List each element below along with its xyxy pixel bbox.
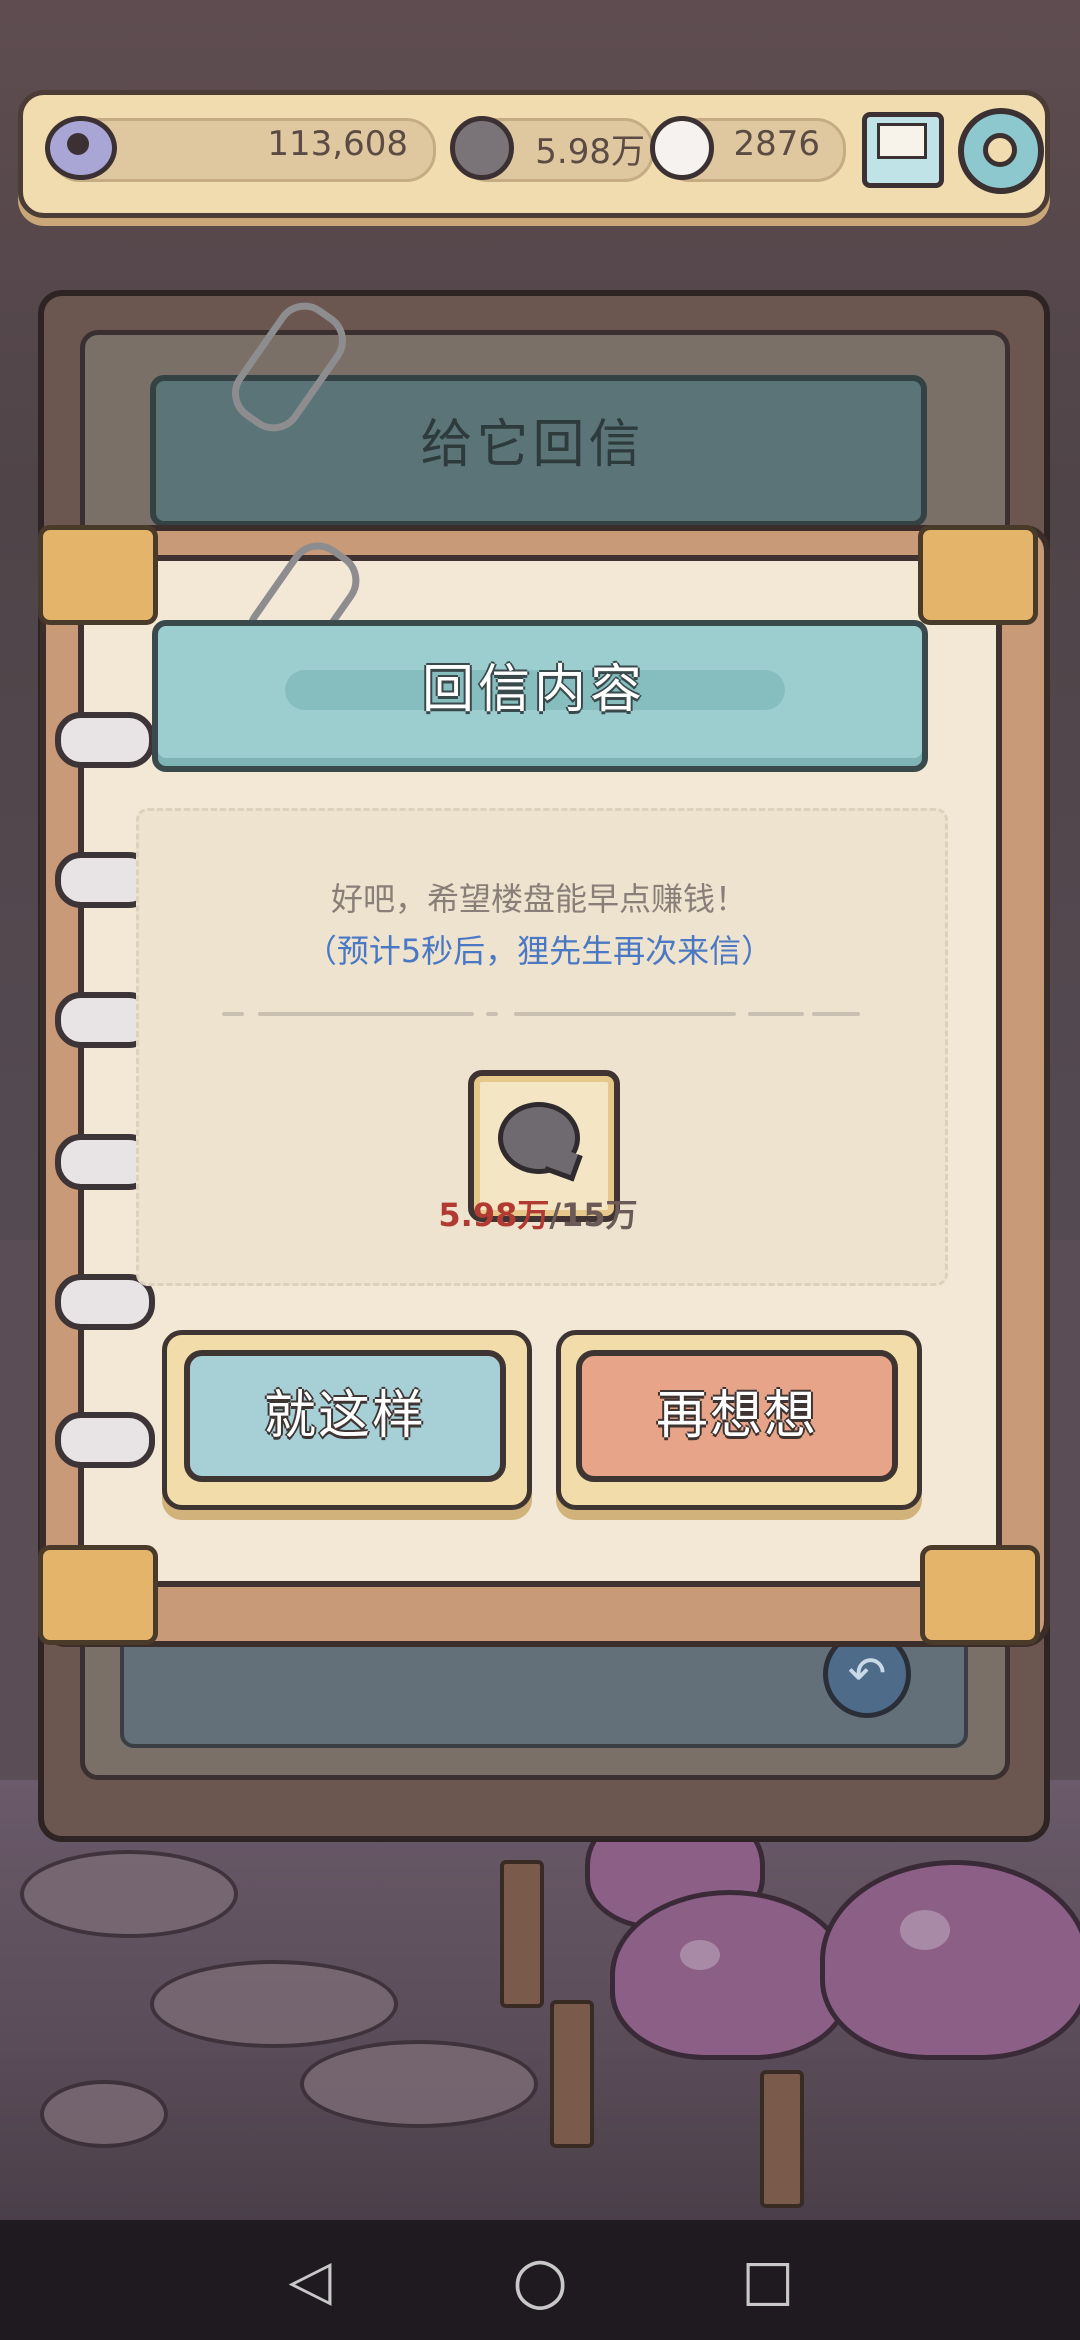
corner-bracket [920,1545,1040,1645]
confirm-button[interactable]: 就这样 [184,1350,506,1482]
rethink-button-label: 再想想 [655,1386,818,1446]
divider [222,1012,244,1016]
fence-post [550,2000,594,2148]
reply-message: 好吧，希望楼盘能早点赚钱！ [330,880,747,918]
home-nav-icon[interactable]: ○ [500,2246,580,2316]
divider [748,1012,804,1016]
gray-bubble-icon [450,116,514,180]
reply-note: （预计5秒后，狸先生再次来信） [304,932,774,970]
eye-icon [45,116,117,180]
stepping-stone [300,2040,538,2128]
reward-current: 5.98万 [438,1196,550,1234]
recent-apps-icon[interactable]: □ [728,2246,808,2316]
divider [486,1012,498,1016]
rethink-button[interactable]: 再想想 [576,1350,898,1482]
fence-post [760,2070,804,2208]
mushroom [610,1890,850,2060]
binder-ring [55,1412,155,1468]
dialog-title: 回信内容 [421,660,646,720]
mushroom-spot [900,1910,950,1950]
messages-count: 2876 [733,124,820,164]
mushroom-spot [680,1940,720,1970]
divider [258,1012,474,1016]
white-bubble-icon [650,116,714,180]
corner-bracket [38,1545,158,1645]
reward-separator: / [549,1196,562,1234]
divider [812,1012,860,1016]
back-nav-icon[interactable]: ◁ [270,2246,350,2316]
stepping-stone [40,2080,168,2148]
reward-progress: 5.98万/15万 [420,1190,656,1236]
corner-bracket [38,525,158,625]
divider [514,1012,736,1016]
reward-required: 15万 [561,1196,638,1234]
gear-icon[interactable] [958,108,1044,194]
views-count: 113,608 [267,124,408,164]
fence-post [500,1860,544,2008]
coins-count: 5.98万 [535,132,645,172]
mushroom [820,1860,1080,2060]
confirm-button-label: 就这样 [263,1386,426,1446]
corner-bracket [918,525,1038,625]
stepping-stone [150,1960,398,2048]
stepping-stone [20,1850,238,1938]
mail-icon[interactable] [862,112,944,188]
binder-ring [55,712,155,768]
